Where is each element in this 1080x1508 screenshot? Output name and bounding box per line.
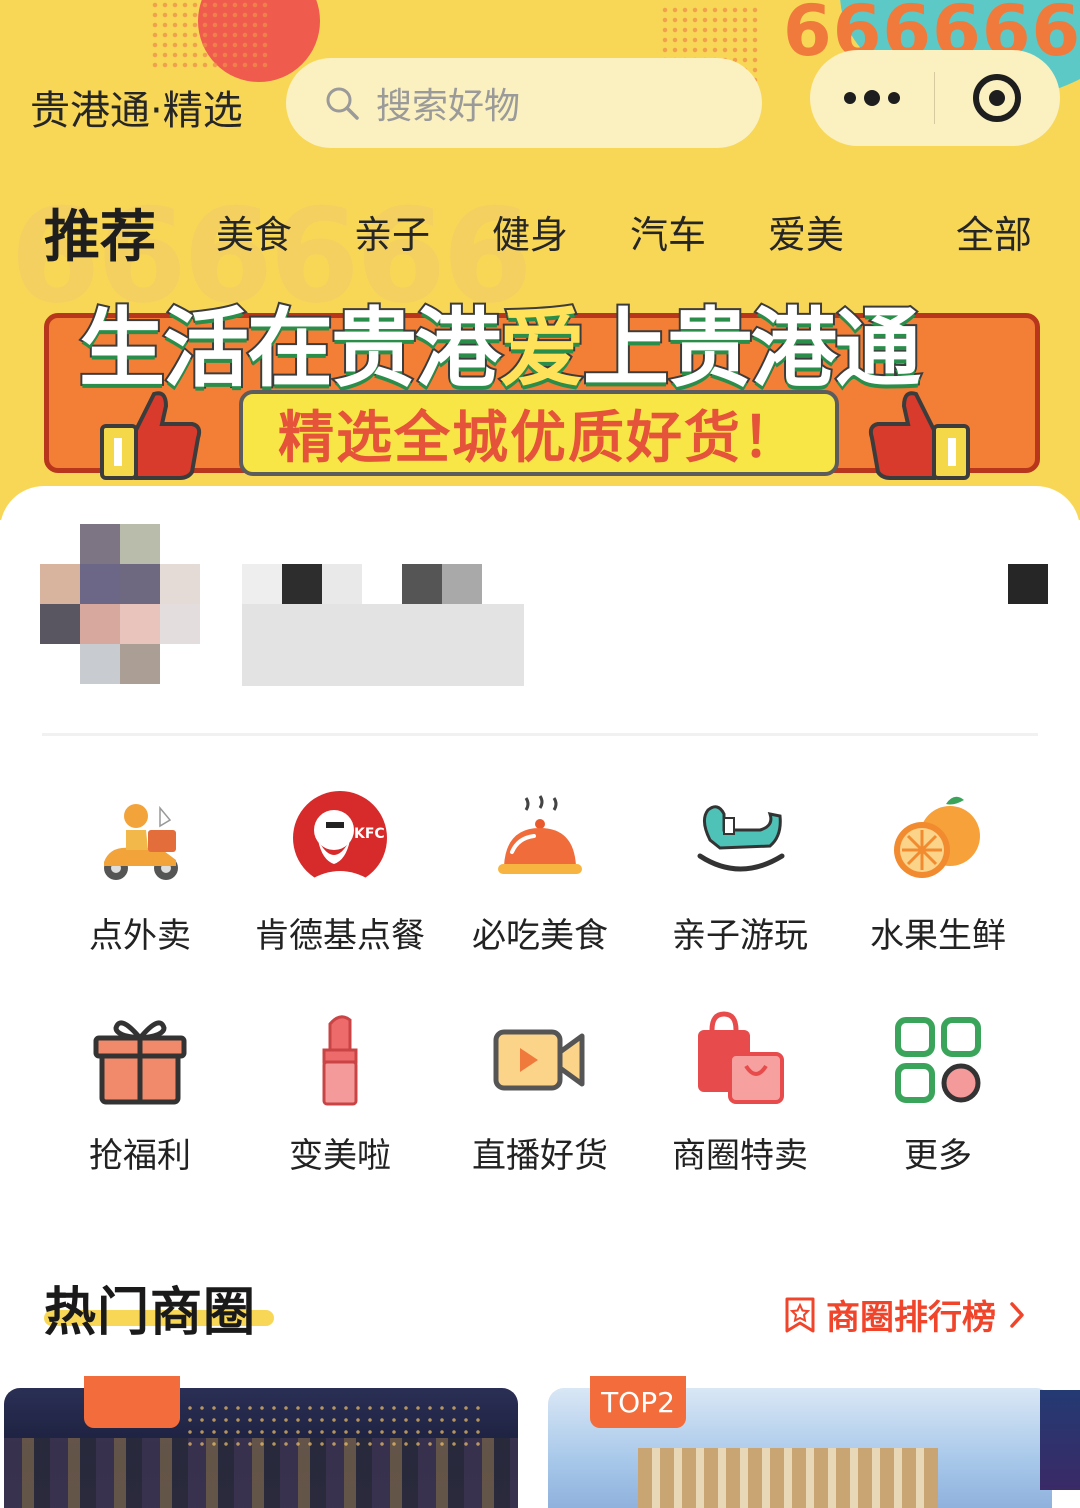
user-info-redacted xyxy=(282,564,322,604)
banner-title: 生活在贵港爱上贵港通 xyxy=(77,278,923,403)
section-title: 热门商圈 xyxy=(44,1283,257,1343)
district-ranking-link[interactable]: 商圈排行榜 xyxy=(784,1290,1028,1339)
search-bar[interactable]: 搜索好物 xyxy=(286,58,762,148)
category-label: 变美啦 xyxy=(289,1136,391,1176)
banner-title-heart: 爱 xyxy=(497,297,587,401)
search-placeholder: 搜索好物 xyxy=(376,86,521,127)
thumbs-up-icon xyxy=(100,391,202,480)
user-info-redacted xyxy=(442,564,482,604)
rank-badge: TOP2 xyxy=(590,1376,686,1428)
city-lights xyxy=(184,1402,484,1452)
category-label: 点外卖 xyxy=(89,916,191,956)
orange-icon xyxy=(894,796,980,878)
category-live[interactable]: 直播好货 xyxy=(440,1010,640,1210)
ellipsis-icon[interactable] xyxy=(810,90,934,106)
tab-beauty[interactable]: 爱美 xyxy=(768,204,844,259)
kfc-logo-icon: KFC xyxy=(293,791,387,886)
banner-subtitle-box: 精选全城优质好货！ xyxy=(239,390,839,476)
district-card-1[interactable] xyxy=(4,1388,518,1508)
rocking-horse-icon xyxy=(697,805,785,872)
target-icon[interactable] xyxy=(935,72,1059,124)
user-info-redacted xyxy=(322,564,362,604)
category-family[interactable]: 亲子游玩 xyxy=(640,790,840,990)
search-icon xyxy=(326,87,359,120)
category-food[interactable]: 必吃美食 xyxy=(440,790,640,990)
banner-title-part1: 生活在贵港 xyxy=(77,297,503,401)
category-kfc[interactable]: KFC 肯德基点餐 xyxy=(240,790,440,990)
grid-more-icon xyxy=(895,1017,981,1103)
user-info-redacted xyxy=(402,564,442,604)
svg-text:KFC: KFC xyxy=(354,826,385,842)
category-district-sale[interactable]: 商圈特卖 xyxy=(640,1010,840,1210)
rank-badge xyxy=(84,1376,180,1428)
category-beauty[interactable]: 变美啦 xyxy=(240,1010,440,1210)
category-welfare[interactable]: 抢福利 xyxy=(40,1010,240,1210)
gift-icon xyxy=(93,1020,187,1105)
ranking-link-label: 商圈排行榜 xyxy=(826,1298,996,1338)
category-label: 肯德基点餐 xyxy=(255,916,425,956)
decor-dots xyxy=(150,0,270,70)
app-title: 贵港通·精选 xyxy=(30,88,243,134)
delivery-scooter-icon xyxy=(104,804,178,880)
shopping-bag-icon xyxy=(698,1011,784,1104)
tab-recommend[interactable]: 推荐 xyxy=(44,192,156,273)
category-delivery[interactable]: 点外卖 xyxy=(40,790,240,990)
tab-car[interactable]: 汽车 xyxy=(630,204,706,259)
chevron-right-icon xyxy=(1010,1301,1024,1328)
thumbs-up-icon xyxy=(868,391,970,480)
video-camera-icon xyxy=(493,1029,585,1091)
building-image xyxy=(638,1448,938,1508)
category-label: 亲子游玩 xyxy=(672,916,808,956)
tab-food[interactable]: 美食 xyxy=(216,204,292,259)
banner-subtitle: 精选全城优质好货！ xyxy=(278,405,800,471)
divider xyxy=(42,733,1038,736)
category-label: 更多 xyxy=(904,1136,972,1176)
category-fruit[interactable]: 水果生鲜 xyxy=(838,790,1038,990)
category-label: 商圈特卖 xyxy=(672,1136,808,1176)
lipstick-icon xyxy=(322,1015,358,1106)
food-cloche-icon xyxy=(498,795,582,874)
header-background: 666666 666666 贵港通·精选 搜索好物 推荐 美食 亲子 健身 汽车… xyxy=(0,0,1080,520)
category-more[interactable]: 更多 xyxy=(838,1010,1038,1210)
ribbon-star-icon xyxy=(785,1297,815,1332)
user-info-redacted xyxy=(242,604,524,686)
category-label: 必吃美食 xyxy=(472,916,608,956)
promo-banner[interactable]: 生活在贵港爱上贵港通 精选全城优质好货！ xyxy=(44,268,1040,498)
banner-title-part2: 上贵港通 xyxy=(581,297,923,401)
redacted-icon[interactable] xyxy=(1008,564,1048,604)
miniprogram-capsule xyxy=(810,50,1060,146)
user-info-redacted xyxy=(242,564,282,604)
category-label: 直播好货 xyxy=(472,1136,608,1176)
tabs-fade xyxy=(900,180,920,260)
category-label: 水果生鲜 xyxy=(870,916,1006,956)
tab-all[interactable]: 全部 xyxy=(956,204,1032,259)
district-card-3-edge[interactable] xyxy=(1040,1390,1080,1490)
category-label: 抢福利 xyxy=(89,1136,191,1176)
tab-parent-child[interactable]: 亲子 xyxy=(354,204,430,259)
tab-fitness[interactable]: 健身 xyxy=(492,204,568,259)
avatar[interactable] xyxy=(40,524,202,686)
